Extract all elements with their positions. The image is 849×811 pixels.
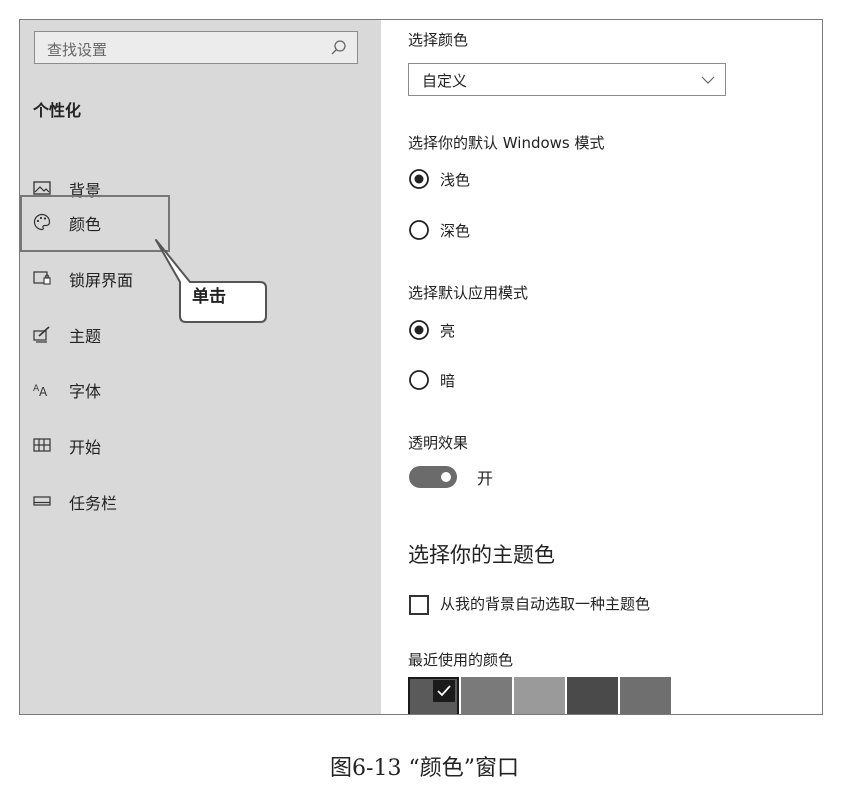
- search-input[interactable]: 查找设置: [34, 31, 358, 64]
- start-grid-icon: [33, 438, 51, 452]
- search-placeholder: 查找设置: [47, 41, 108, 59]
- color-swatch[interactable]: [461, 677, 512, 714]
- search-icon[interactable]: [330, 39, 348, 57]
- radio-app-light[interactable]: [408, 319, 430, 341]
- sidebar-item-start[interactable]: 开始: [20, 421, 381, 471]
- sidebar-item-taskbar[interactable]: 任务栏: [20, 477, 381, 527]
- checkmark-icon: [433, 680, 455, 702]
- main-panel: 选择颜色 自定义 选择你的默认 Windows 模式 浅色 深色 选择默认应用模…: [381, 20, 822, 714]
- accent-color-heading: 选择你的主题色: [408, 543, 555, 567]
- sidebar-item-label: 锁屏界面: [69, 271, 134, 290]
- radio-app-dark[interactable]: [408, 369, 430, 391]
- settings-window: 查找设置 个性化 背景 颜色 锁屏界面 主题 A A 字体 开始 任务栏 单击 …: [19, 19, 823, 715]
- color-item-highlight-frame: [20, 195, 170, 252]
- toggle-state-label: 开: [477, 469, 494, 488]
- color-swatch[interactable]: [514, 677, 565, 714]
- transparency-label: 透明效果: [408, 434, 469, 452]
- dropdown-value: 自定义: [422, 72, 468, 90]
- auto-pick-label: 从我的背景自动选取一种主题色: [440, 595, 651, 613]
- radio-dark-mode[interactable]: [408, 219, 430, 241]
- sidebar-item-label: 主题: [69, 327, 102, 346]
- radio-light-mode[interactable]: [408, 168, 430, 190]
- radio-label: 深色: [440, 222, 471, 240]
- radio-label: 亮: [440, 322, 456, 340]
- choose-color-label: 选择颜色: [408, 31, 469, 49]
- svg-text:A: A: [39, 385, 48, 398]
- radio-label: 浅色: [440, 171, 471, 189]
- color-swatch[interactable]: [620, 677, 671, 714]
- color-swatch[interactable]: [567, 677, 618, 714]
- transparency-toggle[interactable]: [409, 466, 457, 488]
- theme-brush-icon: [33, 326, 50, 343]
- sidebar-item-label: 开始: [69, 438, 102, 457]
- click-callout-bubble: [155, 239, 267, 323]
- sidebar-item-fonts[interactable]: A A 字体: [20, 365, 381, 415]
- recent-colors-label: 最近使用的颜色: [408, 651, 514, 669]
- font-icon: A A: [33, 384, 48, 398]
- callout-text: 单击: [192, 287, 226, 307]
- sidebar-item-label: 字体: [69, 382, 102, 401]
- sidebar: 查找设置 个性化 背景 颜色 锁屏界面 主题 A A 字体 开始 任务栏 单击: [20, 20, 381, 714]
- section-title: 个性化: [33, 101, 82, 120]
- choose-color-dropdown[interactable]: 自定义: [408, 63, 726, 96]
- figure-caption: 图6-13 “颜色”窗口: [330, 756, 519, 781]
- auto-pick-checkbox[interactable]: [409, 595, 429, 615]
- taskbar-icon: [33, 496, 51, 506]
- lock-screen-icon: [33, 271, 51, 285]
- chevron-down-icon: [701, 76, 715, 84]
- app-mode-label: 选择默认应用模式: [408, 284, 529, 302]
- sidebar-item-label: 任务栏: [69, 494, 118, 513]
- radio-label: 暗: [440, 372, 456, 390]
- windows-mode-label: 选择你的默认 Windows 模式: [408, 134, 605, 152]
